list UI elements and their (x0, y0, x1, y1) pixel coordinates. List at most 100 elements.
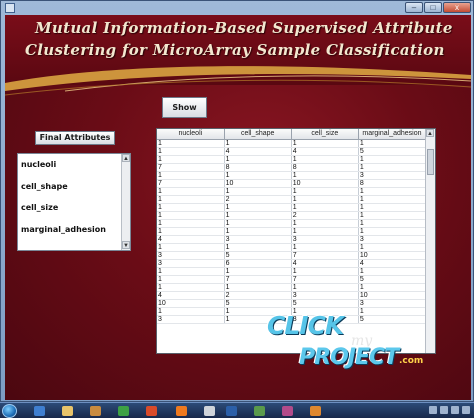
table-row[interactable]: 1111 (157, 283, 427, 292)
table-cell[interactable]: 1 (157, 147, 225, 156)
table-cell[interactable]: 3 (157, 259, 225, 268)
scrollbar-thumb[interactable] (427, 149, 434, 175)
table-cell[interactable]: 8 (291, 163, 359, 172)
app-icon[interactable] (254, 406, 265, 416)
tray-icon[interactable] (440, 406, 448, 414)
table-cell[interactable]: 1 (291, 139, 359, 148)
table-cell[interactable]: 1 (358, 203, 427, 212)
table-cell[interactable]: 1 (157, 155, 225, 164)
table-cell[interactable]: 1 (157, 267, 225, 276)
table-cell[interactable]: 1 (224, 139, 292, 148)
table-cell[interactable]: 5 (224, 251, 292, 260)
table-row[interactable]: 7 10 10 8 (157, 179, 427, 188)
scroll-down-icon[interactable]: ▼ (122, 241, 130, 249)
table-cell[interactable]: 8 (358, 179, 427, 188)
column-header-marginal-adhesion[interactable]: marginal_adhesion (358, 129, 427, 140)
table-cell[interactable]: 1 (358, 267, 427, 276)
table-cell[interactable]: 3 (157, 251, 225, 260)
column-header-cell-shape[interactable]: cell_shape (224, 129, 292, 140)
table-cell[interactable]: 1 (157, 187, 225, 196)
table-cell[interactable]: 1 (358, 243, 427, 252)
show-button[interactable]: Show (162, 97, 207, 118)
start-button[interactable] (2, 404, 17, 418)
table-cell[interactable]: 1 (224, 243, 292, 252)
table-row[interactable]: 10 5 5 3 (157, 299, 427, 308)
table-cell[interactable]: 3 (358, 171, 427, 180)
table-cell[interactable]: 1 (157, 211, 225, 220)
table-cell[interactable]: 10 (358, 251, 427, 260)
table-cell[interactable]: 1 (291, 171, 359, 180)
table-row[interactable]: 1111 (157, 203, 427, 212)
table-cell[interactable]: 2 (224, 195, 292, 204)
folder-icon[interactable] (62, 406, 73, 416)
table-cell[interactable]: 1 (358, 139, 427, 148)
table-cell[interactable]: 1 (224, 203, 292, 212)
table-cell[interactable]: 1 (358, 219, 427, 228)
list-item[interactable]: cell_size (21, 203, 58, 212)
table-cell[interactable]: 1 (358, 195, 427, 204)
minimize-button[interactable]: – (405, 2, 423, 13)
table-cell[interactable]: 3 (291, 235, 359, 244)
table-cell[interactable]: 3 (358, 235, 427, 244)
table-cell[interactable]: 10 (358, 291, 427, 300)
list-item[interactable]: marginal_adhesion (21, 225, 106, 234)
table-cell[interactable]: 3 (224, 235, 292, 244)
app-icon[interactable] (118, 406, 129, 416)
maximize-button[interactable]: □ (424, 2, 442, 13)
column-header-cell-size[interactable]: cell_size (291, 129, 359, 140)
table-cell[interactable]: 1 (291, 203, 359, 212)
table-cell[interactable]: 1 (224, 155, 292, 164)
table-row[interactable]: 1445 (157, 147, 427, 156)
list-item[interactable]: nucleoli (21, 160, 56, 169)
table-cell[interactable]: 1 (224, 267, 292, 276)
table-cell[interactable]: 10 (157, 299, 225, 308)
table-cell[interactable]: 4 (157, 235, 225, 244)
table-cell[interactable]: 4 (224, 147, 292, 156)
scroll-up-icon[interactable]: ▲ (122, 154, 130, 162)
table-cell[interactable]: 3 (157, 315, 225, 324)
table-cell[interactable]: 3 (291, 291, 359, 300)
table-row[interactable]: 1121 (157, 211, 427, 220)
table-cell[interactable]: 1 (157, 275, 225, 284)
table-cell[interactable]: 1 (157, 227, 225, 236)
list-item[interactable]: cell_shape (21, 182, 68, 191)
table-cell[interactable]: 4 (291, 147, 359, 156)
table-row[interactable]: 7881 (157, 163, 427, 172)
table-cell[interactable]: 1 (358, 227, 427, 236)
table-cell[interactable]: 1 (224, 171, 292, 180)
table-cell[interactable]: 1 (291, 243, 359, 252)
table-cell[interactable]: 1 (358, 283, 427, 292)
word-icon[interactable] (226, 406, 237, 416)
table-cell[interactable]: 1 (291, 283, 359, 292)
table-cell[interactable]: 1 (224, 219, 292, 228)
scroll-up-icon[interactable]: ▲ (426, 129, 434, 137)
table-row[interactable]: 1775 (157, 275, 427, 284)
table-cell[interactable]: 1 (157, 283, 225, 292)
table-cell[interactable]: 10 (291, 179, 359, 188)
firefox-icon[interactable] (176, 406, 187, 416)
table-cell[interactable]: 2 (291, 211, 359, 220)
table-cell[interactable]: 1 (291, 195, 359, 204)
table-cell[interactable]: 5 (224, 299, 292, 308)
table-cell[interactable]: 1 (291, 219, 359, 228)
table-cell[interactable]: 1 (224, 211, 292, 220)
table-cell[interactable]: 1 (224, 227, 292, 236)
table-cell[interactable]: 7 (157, 179, 225, 188)
table-cell[interactable]: 1 (157, 139, 225, 148)
table-row[interactable]: 1111 (157, 267, 427, 276)
table-cell[interactable]: 4 (291, 259, 359, 268)
table-row[interactable]: 1111 (157, 139, 427, 148)
table-cell[interactable]: 8 (224, 163, 292, 172)
tray-icon[interactable] (429, 406, 437, 414)
table-row[interactable]: 3 5 7 10 (157, 251, 427, 260)
table-row[interactable]: 1111 (157, 187, 427, 196)
table-cell[interactable]: 5 (358, 275, 427, 284)
column-header-nucleoli[interactable]: nucleoli (157, 129, 225, 140)
window-titlebar[interactable]: – □ x (1, 1, 474, 15)
table-row[interactable]: 1111 (157, 155, 427, 164)
chrome-icon[interactable] (146, 406, 157, 416)
final-attributes-button[interactable]: Final Attributes (35, 131, 115, 145)
final-attributes-list[interactable]: nucleoli cell_shape cell_size marginal_a… (17, 153, 131, 251)
table-cell[interactable]: 1 (291, 187, 359, 196)
table-cell[interactable]: 4 (157, 291, 225, 300)
